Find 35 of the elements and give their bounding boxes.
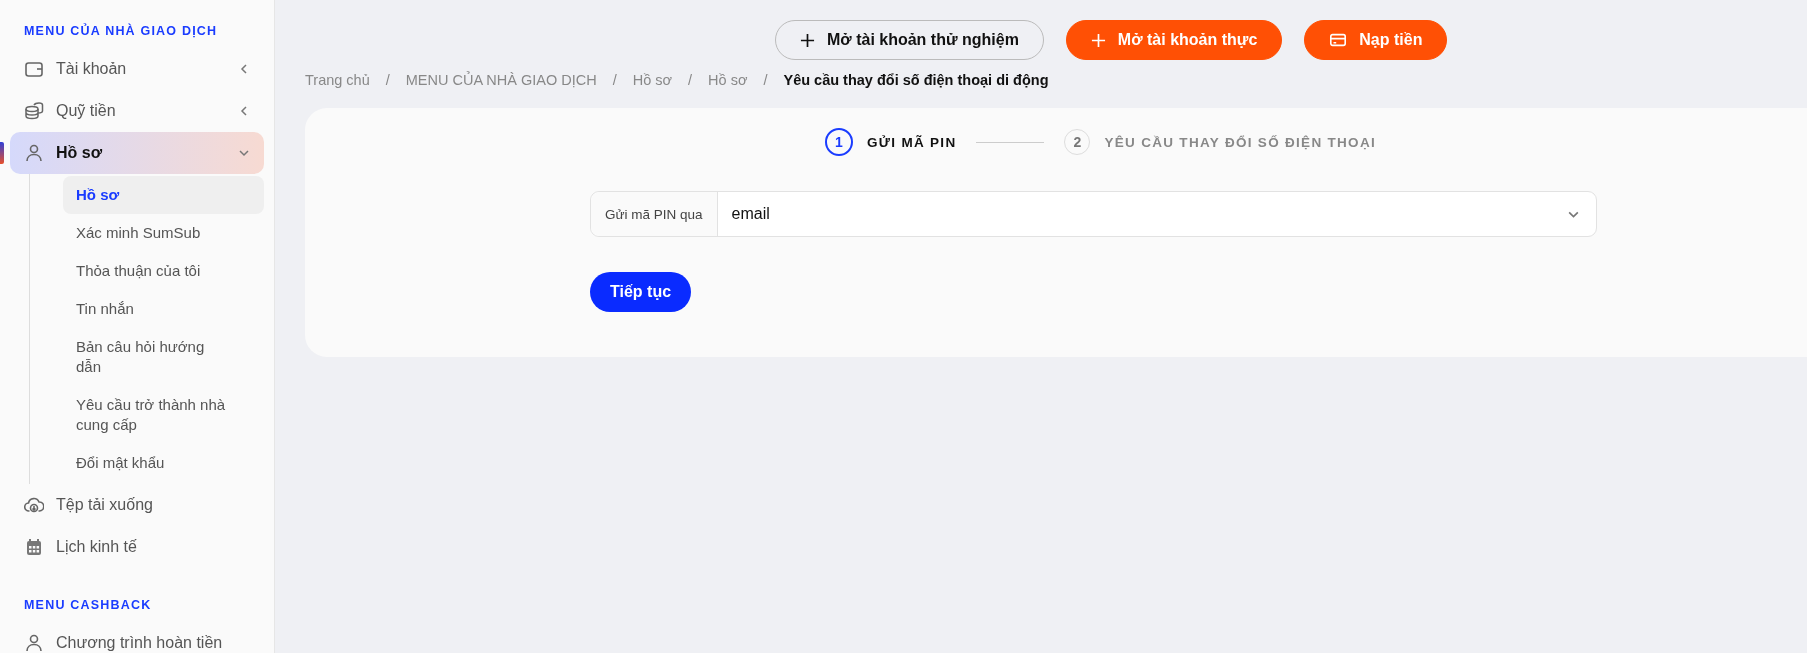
- submenu-item[interactable]: Tin nhắn: [63, 290, 239, 328]
- sidebar-item[interactable]: Tài khoản: [10, 48, 264, 90]
- submenu-item[interactable]: Hồ sơ: [63, 176, 264, 214]
- plus-icon: [800, 32, 815, 48]
- step-number: 1: [825, 128, 853, 156]
- sidebar-item[interactable]: Tệp tải xuống: [10, 484, 264, 526]
- submenu-item[interactable]: Yêu cầu trở thành nhà cung cấp: [63, 386, 239, 444]
- breadcrumb-current: Yêu cầu thay đổi số điện thoại di động: [783, 72, 1049, 88]
- sidebar-item[interactable]: Chương trình hoàn tiền: [10, 622, 264, 653]
- menu-section-title: MENU CỦA NHÀ GIAO DỊCH: [23, 24, 219, 38]
- submenu-item[interactable]: Thỏa thuận của tôi: [63, 252, 239, 290]
- submenu-item[interactable]: Xác minh SumSub: [63, 214, 239, 252]
- card-icon: [1329, 31, 1348, 49]
- sidebar-item[interactable]: Quỹ tiền: [10, 90, 264, 132]
- user-icon: [24, 633, 44, 653]
- menu-section-title: MENU CASHBACK: [23, 598, 153, 612]
- breadcrumb-separator: /: [385, 72, 390, 88]
- continue-button[interactable]: Tiếp tục: [590, 272, 692, 312]
- step-connector: [976, 141, 1045, 143]
- coins-icon: [24, 101, 44, 121]
- user-icon: [24, 143, 44, 163]
- breadcrumb-separator: /: [688, 72, 693, 88]
- breadcrumb-separator: /: [763, 72, 768, 88]
- calendar-icon: [24, 537, 44, 557]
- breadcrumb-separator: /: [612, 72, 617, 88]
- step-label: YÊU CẦU THAY ĐỔI SỐ ĐIỆN THOẠI: [1104, 134, 1376, 150]
- submenu-item[interactable]: Bản câu hỏi hướng dẫn: [63, 328, 239, 386]
- cloud-download-icon: [24, 495, 44, 515]
- submenu-item[interactable]: Đổi mật khẩu: [63, 444, 239, 482]
- sidebar-item[interactable]: Lịch kinh tế: [10, 526, 264, 568]
- plus-icon: [1090, 32, 1106, 48]
- pin-method-select[interactable]: Gửi mã PIN qua email: [590, 191, 1597, 237]
- sidebar-item[interactable]: Hồ sơ: [10, 132, 264, 174]
- wallet-icon: [24, 59, 44, 79]
- step-label: GỬI MÃ PIN: [867, 134, 957, 150]
